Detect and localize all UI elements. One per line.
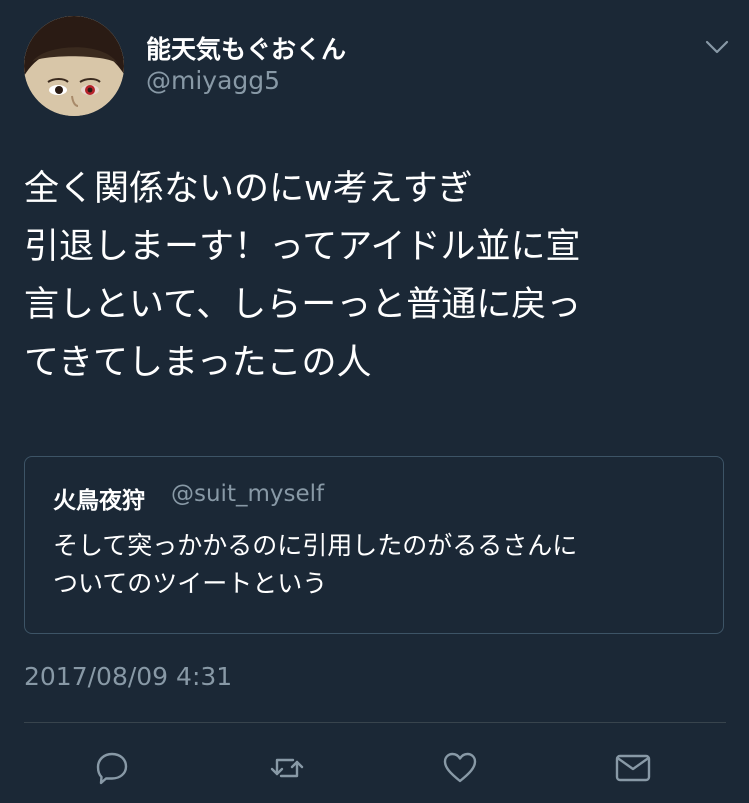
retweet-icon[interactable] xyxy=(267,748,307,788)
chevron-down-icon[interactable] xyxy=(700,30,734,64)
user-handle[interactable]: @miyagg5 xyxy=(146,66,280,95)
tweet-timestamp[interactable]: 2017/08/09 4:31 xyxy=(24,662,232,691)
quoted-display-name: 火鳥夜狩 xyxy=(53,488,145,514)
envelope-icon[interactable] xyxy=(613,748,653,788)
reply-icon[interactable] xyxy=(92,748,132,788)
quoted-user-handle: @suit_myself xyxy=(171,481,325,507)
display-name[interactable]: 能天気もぐおくん xyxy=(146,30,346,66)
heart-icon[interactable] xyxy=(440,748,480,788)
quoted-tweet-card[interactable]: 火鳥夜狩 @suit_myself そして突っかかるのに引用したのがるるさんに … xyxy=(24,456,724,634)
avatar[interactable] xyxy=(24,16,124,116)
tweet-text: 全く関係ないのにw考えすぎ 引退しまーす！ってアイドル並に宣 言しといて、しらー… xyxy=(24,169,582,383)
quoted-tweet-text: そして突っかかるのに引用したのがるるさんに ついてのツイートという xyxy=(53,531,578,598)
divider xyxy=(24,722,726,723)
tweet-detail: 能天気もぐおくん @miyagg5 全く関係ないのにw考えすぎ 引退しまーす！っ… xyxy=(0,0,749,803)
